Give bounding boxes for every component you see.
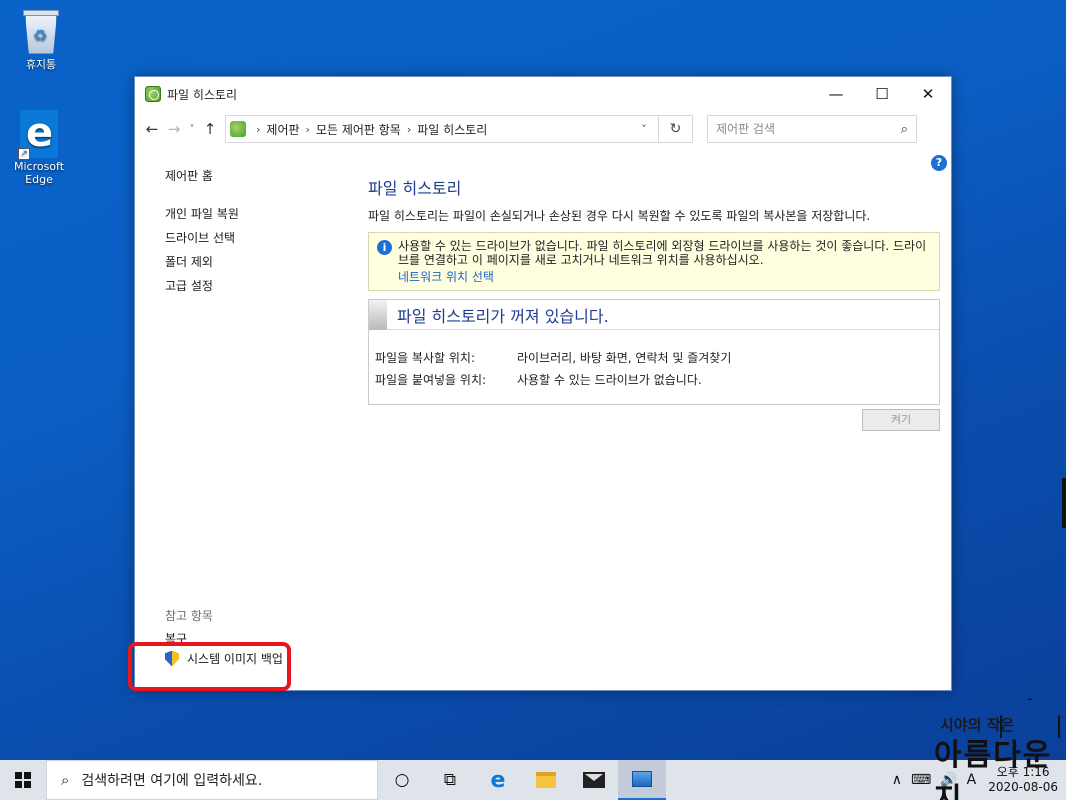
screen-edge-mark — [1062, 478, 1066, 528]
main-content: 파일 히스토리 파일 히스토리는 파일이 손실되거나 손상된 경우 다시 복원할… — [368, 175, 940, 431]
recycle-bin-label: 휴지통 — [25, 58, 57, 71]
task-view-icon: ⧉ — [443, 770, 457, 790]
taskbar-search-box[interactable]: ⌕ 검색하려면 여기에 입력하세요. — [46, 760, 378, 800]
copy-to-value: 사용할 수 있는 드라이브가 없습니다. — [517, 372, 702, 387]
search-box[interactable]: ⌕ — [707, 115, 917, 143]
search-icon: ⌕ — [61, 771, 70, 789]
cortana-icon: ○ — [394, 770, 410, 790]
select-network-location-link[interactable]: 네트워크 위치 선택 — [398, 270, 494, 284]
edge-icon: e — [490, 767, 506, 793]
help-icon[interactable]: ? — [931, 155, 947, 171]
edge-desktop-icon[interactable]: e ↗ Microsoft Edge — [4, 110, 74, 186]
edge-label: Microsoft Edge — [13, 160, 65, 186]
file-history-icon — [145, 86, 161, 102]
recycle-bin-icon: ♻ — [21, 8, 61, 54]
shortcut-arrow-icon: ↗ — [18, 148, 30, 160]
minimize-button[interactable]: — — [813, 77, 859, 111]
taskbar-search-text: 검색하려면 여기에 입력하세요. — [81, 773, 263, 789]
maximize-button[interactable]: ☐ — [859, 77, 905, 111]
control-panel-home-link[interactable]: 제어판 홈 — [165, 167, 365, 184]
refresh-button[interactable]: ↻ — [659, 115, 693, 143]
task-view-button[interactable]: ⧉ — [426, 760, 474, 800]
title-bar[interactable]: 파일 히스토리 — ☐ ✕ — [135, 77, 951, 111]
up-button[interactable]: ↑ — [199, 120, 221, 138]
copy-to-label: 파일을 붙여넣을 위치: — [375, 372, 487, 387]
folder-icon — [536, 772, 556, 788]
mail-button[interactable] — [570, 760, 618, 800]
windows-logo-icon — [15, 772, 31, 788]
edge-icon: e ↗ — [18, 110, 58, 160]
exclude-folders-link[interactable]: 폴더 제외 — [165, 250, 365, 274]
highlight-box — [128, 642, 291, 691]
mail-icon — [583, 772, 605, 788]
breadcrumb-all-items[interactable]: 모든 제어판 항목 — [316, 121, 401, 138]
recent-locations-button[interactable]: ˅ — [185, 124, 199, 135]
start-button[interactable] — [0, 760, 46, 800]
notice-text: 사용할 수 있는 드라이브가 없습니다. 파일 히스토리에 외장형 드라이브를 … — [398, 239, 927, 267]
page-title: 파일 히스토리 — [368, 179, 462, 198]
status-title: 파일 히스토리가 꺼져 있습니다. — [397, 306, 609, 326]
address-bar[interactable]: › 제어판 › 모든 제어판 항목 › 파일 히스토리 ˅ — [225, 115, 659, 143]
breadcrumb-file-history[interactable]: 파일 히스토리 — [417, 121, 487, 138]
copy-from-value: 라이브러리, 바탕 화면, 연락처 및 즐겨찾기 — [517, 350, 732, 365]
status-panel: 파일 히스토리가 꺼져 있습니다. 파일을 복사할 위치: 라이브러리, 바탕 … — [368, 299, 940, 405]
copy-from-row: 파일을 복사할 위치: 라이브러리, 바탕 화면, 연락처 및 즐겨찾기 — [375, 346, 939, 368]
address-dropdown-icon[interactable]: ˅ — [630, 123, 658, 136]
watermark: 시야의 작은 아름다운 지 — [930, 696, 1064, 800]
control-panel-taskbar-button[interactable] — [618, 760, 666, 800]
edge-taskbar-button[interactable]: e — [474, 760, 522, 800]
search-icon[interactable]: ⌕ — [901, 122, 908, 137]
control-panel-icon — [230, 121, 246, 137]
taskbar: ⌕ 검색하려면 여기에 입력하세요. ○ ⧉ e ∧ ⌨ 🔊 A 오후 1:16… — [0, 760, 1066, 800]
file-history-window: 파일 히스토리 — ☐ ✕ ← → ˅ ↑ › 제어판 › 모든 제어판 항목 … — [134, 76, 952, 691]
no-drive-notice: i 사용할 수 있는 드라이브가 없습니다. 파일 히스토리에 외장형 드라이브… — [368, 232, 940, 291]
file-explorer-button[interactable] — [522, 760, 570, 800]
window-title: 파일 히스토리 — [167, 87, 238, 102]
close-button[interactable]: ✕ — [905, 77, 951, 111]
watermark-line2: 아름다운 지 — [934, 738, 1053, 800]
status-bar-indicator — [369, 299, 387, 330]
info-icon: i — [377, 240, 392, 255]
restore-personal-files-link[interactable]: 개인 파일 복원 — [165, 202, 365, 226]
search-input[interactable] — [716, 122, 901, 136]
forward-button[interactable]: → — [163, 120, 185, 138]
copy-to-row: 파일을 붙여넣을 위치: 사용할 수 있는 드라이브가 없습니다. — [375, 368, 939, 390]
left-navigation-pane: 제어판 홈 개인 파일 복원 드라이브 선택 폴더 제외 고급 설정 — [165, 167, 365, 298]
tray-chevron-icon[interactable]: ∧ — [892, 772, 902, 788]
back-button[interactable]: ← — [141, 120, 163, 138]
recycle-bin-desktop-icon[interactable]: ♻ 휴지통 — [6, 8, 76, 72]
breadcrumb-control-panel[interactable]: 제어판 — [266, 121, 299, 138]
page-description: 파일 히스토리는 파일이 손실되거나 손상된 경우 다시 복원할 수 있도록 파… — [368, 209, 871, 223]
see-also-header: 참고 항목 — [165, 609, 213, 623]
cortana-button[interactable]: ○ — [378, 760, 426, 800]
network-icon[interactable]: ⌨ — [911, 772, 931, 788]
turn-on-button[interactable]: 켜기 — [862, 409, 940, 431]
control-panel-icon — [632, 771, 652, 787]
navigation-bar: ← → ˅ ↑ › 제어판 › 모든 제어판 항목 › 파일 히스토리 ˅ ↻ … — [135, 111, 951, 147]
copy-from-label: 파일을 복사할 위치: — [375, 350, 475, 365]
select-drive-link[interactable]: 드라이브 선택 — [165, 226, 365, 250]
advanced-settings-link[interactable]: 고급 설정 — [165, 274, 365, 298]
